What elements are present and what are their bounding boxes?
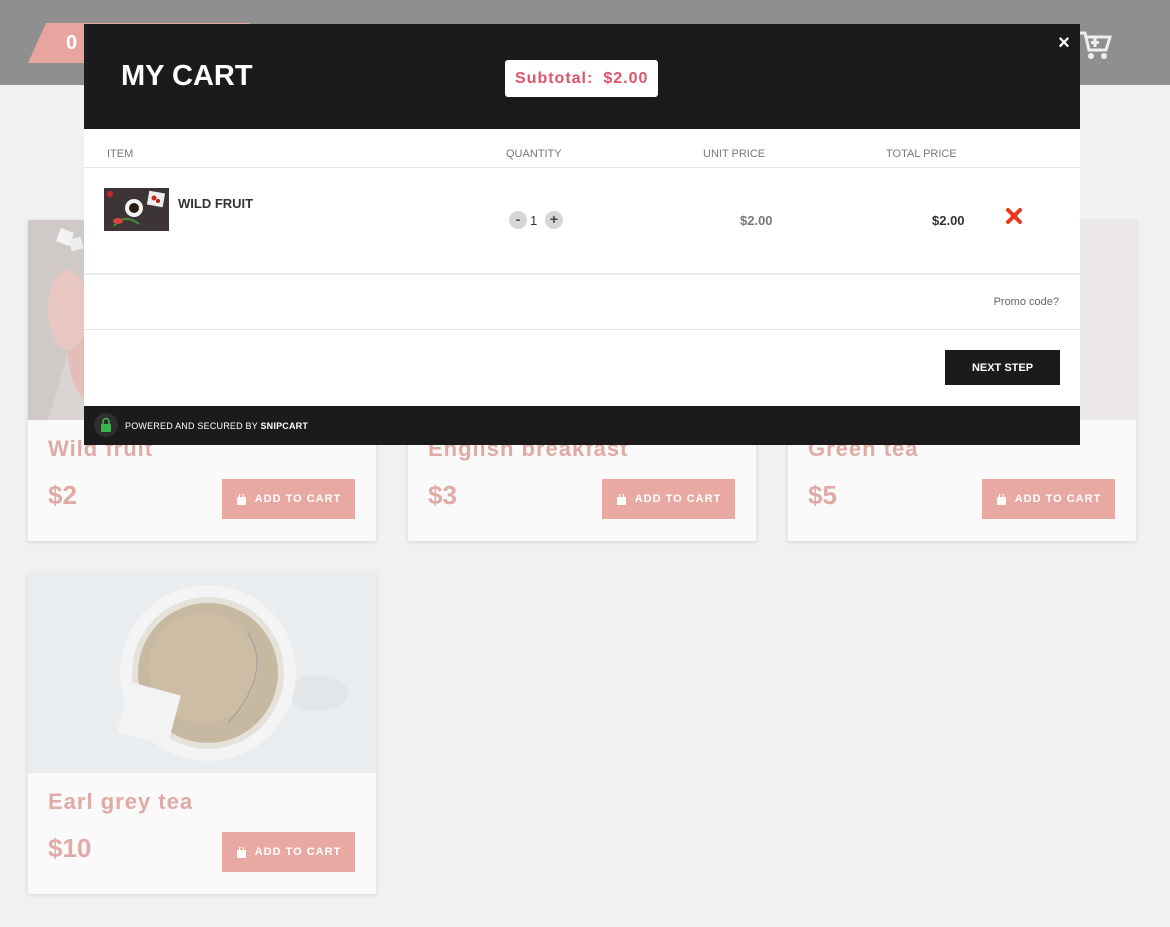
product-price: $10 (48, 833, 92, 863)
subtotal-label: Subtotal: (515, 69, 594, 87)
add-to-cart-label: ADD TO CART (254, 493, 342, 505)
quantity-value: 1 (530, 213, 538, 228)
column-header-item: ITEM (107, 148, 134, 160)
add-to-cart-button[interactable]: ADD TO CART (602, 479, 735, 519)
cart-footer: POWERED AND SECURED BY SNIPCART (84, 406, 1080, 445)
cart-plus-icon[interactable] (1078, 30, 1112, 60)
total-price: $2.00 (932, 213, 965, 228)
add-to-cart-label: ADD TO CART (634, 493, 722, 505)
add-to-cart-label: ADD TO CART (254, 846, 342, 858)
product-price: $3 (428, 480, 457, 510)
lock-icon (94, 413, 118, 437)
subtotal-badge: Subtotal: $2.00 (505, 60, 659, 97)
subtotal-value: $2.00 (603, 69, 649, 87)
column-header-total-price: TOTAL PRICE (886, 148, 957, 160)
add-to-cart-button[interactable]: ADD TO CART (222, 832, 355, 872)
powered-by-prefix: POWERED AND SECURED BY (125, 421, 258, 431)
cart-header: MY CART Subtotal: $2.00 × (84, 24, 1080, 129)
bag-icon (996, 493, 1006, 505)
cart-modal: MY CART Subtotal: $2.00 × ITEM QUANTITY … (84, 24, 1080, 445)
product-name: Earl grey tea (48, 789, 194, 814)
cart-item-thumbnail (104, 188, 169, 231)
quantity-increase-button[interactable]: + (545, 211, 563, 229)
product-image-earl-grey (28, 573, 376, 773)
column-header-quantity: QUANTITY (506, 148, 562, 160)
promo-code-link[interactable]: Promo code? (994, 296, 1059, 308)
unit-price: $2.00 (740, 213, 773, 228)
product-price: $2 (48, 480, 77, 510)
quantity-decrease-button[interactable]: - (509, 211, 527, 229)
cart-item-row: WILD FRUIT - 1 + $2.00 $2.00 (84, 168, 1080, 274)
powered-by-text: POWERED AND SECURED BY SNIPCART (125, 421, 308, 431)
product-card-earl-grey: Earl grey tea $10 ADD TO CART (28, 573, 376, 894)
divider (84, 273, 1080, 275)
remove-item-icon[interactable] (1004, 206, 1024, 226)
bag-icon (236, 493, 246, 505)
add-to-cart-label: ADD TO CART (1014, 493, 1102, 505)
close-icon[interactable]: × (1053, 32, 1075, 54)
next-step-button[interactable]: NEXT STEP (945, 350, 1060, 385)
bag-icon (236, 846, 246, 858)
add-to-cart-button[interactable]: ADD TO CART (982, 479, 1115, 519)
cart-count: 0 (66, 32, 78, 54)
divider (84, 329, 1080, 330)
add-to-cart-button[interactable]: ADD TO CART (222, 479, 355, 519)
product-price: $5 (808, 480, 837, 510)
cart-title: MY CART (121, 60, 253, 92)
snipcart-brand[interactable]: SNIPCART (260, 421, 308, 431)
column-header-unit-price: UNIT PRICE (703, 148, 766, 160)
cart-item-name: WILD FRUIT (178, 196, 254, 211)
bag-icon (616, 493, 626, 505)
